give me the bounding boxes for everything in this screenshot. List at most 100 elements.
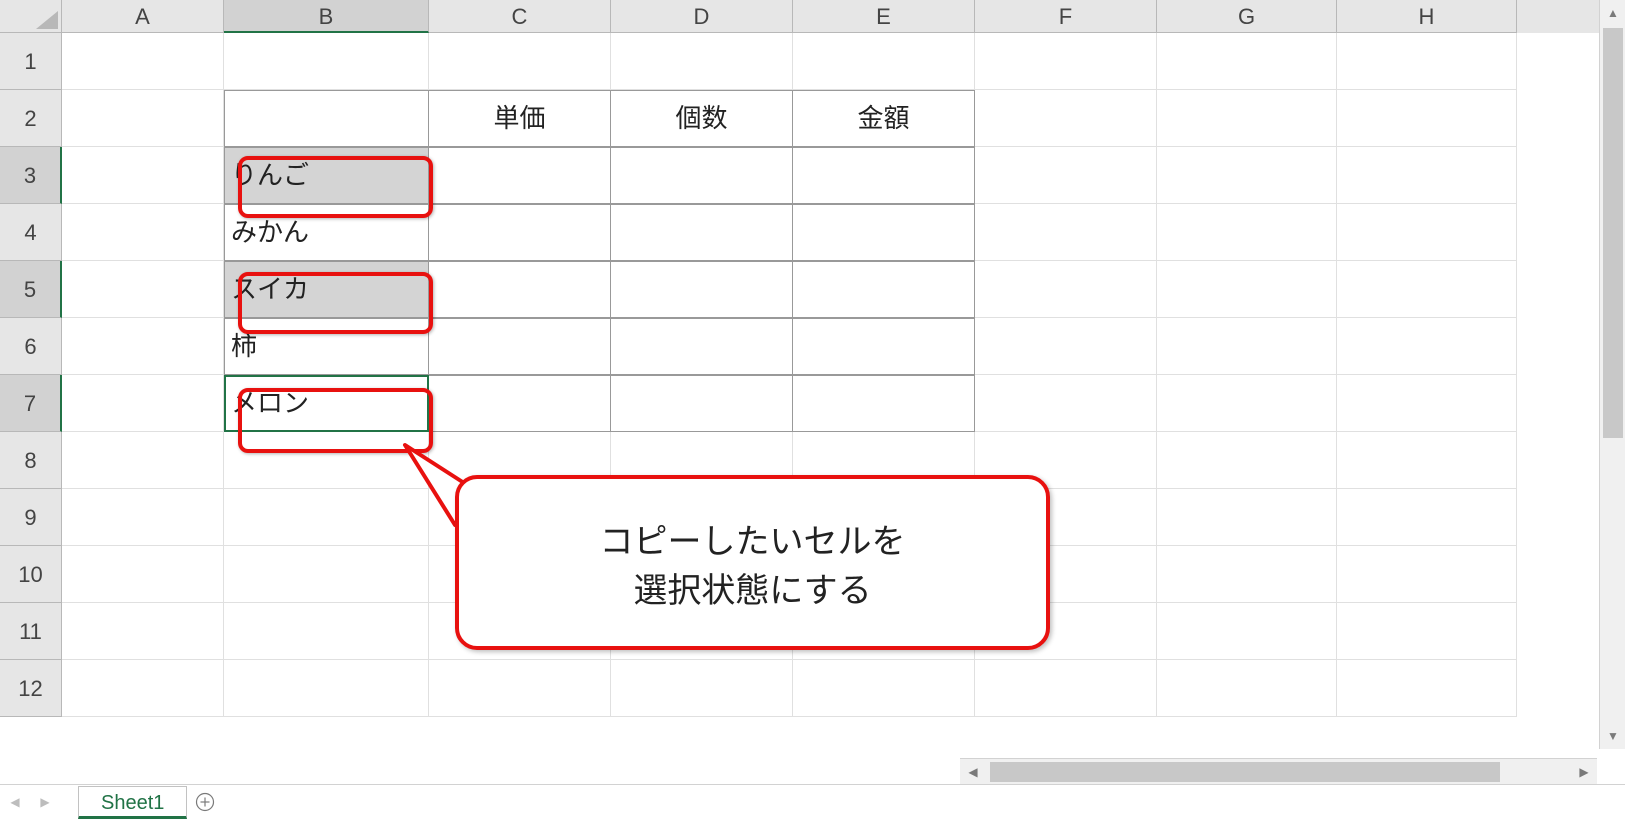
cell-B4[interactable]: みかん (224, 204, 429, 261)
cell-D12[interactable] (611, 660, 793, 717)
cell-B9[interactable] (224, 489, 429, 546)
horizontal-scrollbar[interactable]: ◀ ▶ (960, 758, 1597, 784)
cell-B11[interactable] (224, 603, 429, 660)
row-header-3[interactable]: 3 (0, 147, 62, 204)
cell-A6[interactable] (62, 318, 224, 375)
row-header-10[interactable]: 10 (0, 546, 62, 603)
cell-D1[interactable] (611, 33, 793, 90)
cell-A11[interactable] (62, 603, 224, 660)
sheet-nav-next-icon[interactable]: ▶ (30, 785, 60, 820)
cell-D6[interactable] (611, 318, 793, 375)
row-header-9[interactable]: 9 (0, 489, 62, 546)
row-header-4[interactable]: 4 (0, 204, 62, 261)
cell-G10[interactable] (1157, 546, 1337, 603)
cell-H12[interactable] (1337, 660, 1517, 717)
cell-G11[interactable] (1157, 603, 1337, 660)
cell-B2[interactable] (224, 90, 429, 147)
cell-E4[interactable] (793, 204, 975, 261)
cell-F5[interactable] (975, 261, 1157, 318)
col-header-h[interactable]: H (1337, 0, 1517, 33)
cell-G6[interactable] (1157, 318, 1337, 375)
cell-F3[interactable] (975, 147, 1157, 204)
cell-E2[interactable]: 金額 (793, 90, 975, 147)
cell-C7[interactable] (429, 375, 611, 432)
col-header-c[interactable]: C (429, 0, 611, 33)
cell-C12[interactable] (429, 660, 611, 717)
cell-F7[interactable] (975, 375, 1157, 432)
row-header-11[interactable]: 11 (0, 603, 62, 660)
cell-G9[interactable] (1157, 489, 1337, 546)
scroll-left-arrow-icon[interactable]: ◀ (960, 759, 986, 785)
cell-G2[interactable] (1157, 90, 1337, 147)
cell-A7[interactable] (62, 375, 224, 432)
cell-H5[interactable] (1337, 261, 1517, 318)
select-all-corner[interactable] (0, 0, 62, 33)
cell-E7[interactable] (793, 375, 975, 432)
cell-E12[interactable] (793, 660, 975, 717)
cell-E1[interactable] (793, 33, 975, 90)
cell-G12[interactable] (1157, 660, 1337, 717)
cell-D2[interactable]: 個数 (611, 90, 793, 147)
row-header-12[interactable]: 12 (0, 660, 62, 717)
cell-D4[interactable] (611, 204, 793, 261)
cell-A1[interactable] (62, 33, 224, 90)
cell-F2[interactable] (975, 90, 1157, 147)
cell-C4[interactable] (429, 204, 611, 261)
cell-B12[interactable] (224, 660, 429, 717)
cell-H6[interactable] (1337, 318, 1517, 375)
cell-H4[interactable] (1337, 204, 1517, 261)
col-header-d[interactable]: D (611, 0, 793, 33)
cell-G5[interactable] (1157, 261, 1337, 318)
cell-D7[interactable] (611, 375, 793, 432)
cell-C2[interactable]: 単価 (429, 90, 611, 147)
cell-A2[interactable] (62, 90, 224, 147)
cell-G1[interactable] (1157, 33, 1337, 90)
row-header-1[interactable]: 1 (0, 33, 62, 90)
hscroll-thumb[interactable] (990, 762, 1500, 782)
cell-A8[interactable] (62, 432, 224, 489)
cell-H1[interactable] (1337, 33, 1517, 90)
row-header-2[interactable]: 2 (0, 90, 62, 147)
cell-A4[interactable] (62, 204, 224, 261)
cell-E5[interactable] (793, 261, 975, 318)
cell-F1[interactable] (975, 33, 1157, 90)
cell-C5[interactable] (429, 261, 611, 318)
cell-A5[interactable] (62, 261, 224, 318)
cell-B6[interactable]: 柿 (224, 318, 429, 375)
cell-H3[interactable] (1337, 147, 1517, 204)
col-header-a[interactable]: A (62, 0, 224, 33)
cell-A3[interactable] (62, 147, 224, 204)
cell-A10[interactable] (62, 546, 224, 603)
col-header-e[interactable]: E (793, 0, 975, 33)
row-header-5[interactable]: 5 (0, 261, 62, 318)
cell-B8[interactable] (224, 432, 429, 489)
cell-F4[interactable] (975, 204, 1157, 261)
sheet-nav-prev-icon[interactable]: ◀ (0, 785, 30, 820)
cell-A9[interactable] (62, 489, 224, 546)
col-header-f[interactable]: F (975, 0, 1157, 33)
col-header-b[interactable]: B (224, 0, 429, 33)
cell-H10[interactable] (1337, 546, 1517, 603)
vertical-scrollbar[interactable]: ▲ ▼ (1599, 0, 1625, 749)
row-header-6[interactable]: 6 (0, 318, 62, 375)
cell-C3[interactable] (429, 147, 611, 204)
cell-C1[interactable] (429, 33, 611, 90)
cell-B10[interactable] (224, 546, 429, 603)
scroll-right-arrow-icon[interactable]: ▶ (1571, 759, 1597, 785)
cell-H2[interactable] (1337, 90, 1517, 147)
cell-H8[interactable] (1337, 432, 1517, 489)
col-header-g[interactable]: G (1157, 0, 1337, 33)
cell-B5[interactable]: スイカ (224, 261, 429, 318)
cell-H9[interactable] (1337, 489, 1517, 546)
cell-G8[interactable] (1157, 432, 1337, 489)
scroll-up-arrow-icon[interactable]: ▲ (1600, 0, 1625, 26)
cell-H7[interactable] (1337, 375, 1517, 432)
cell-F6[interactable] (975, 318, 1157, 375)
vscroll-thumb[interactable] (1603, 28, 1623, 438)
cell-A12[interactable] (62, 660, 224, 717)
row-header-8[interactable]: 8 (0, 432, 62, 489)
cell-D5[interactable] (611, 261, 793, 318)
cell-C6[interactable] (429, 318, 611, 375)
scroll-down-arrow-icon[interactable]: ▼ (1600, 723, 1625, 749)
cell-E6[interactable] (793, 318, 975, 375)
